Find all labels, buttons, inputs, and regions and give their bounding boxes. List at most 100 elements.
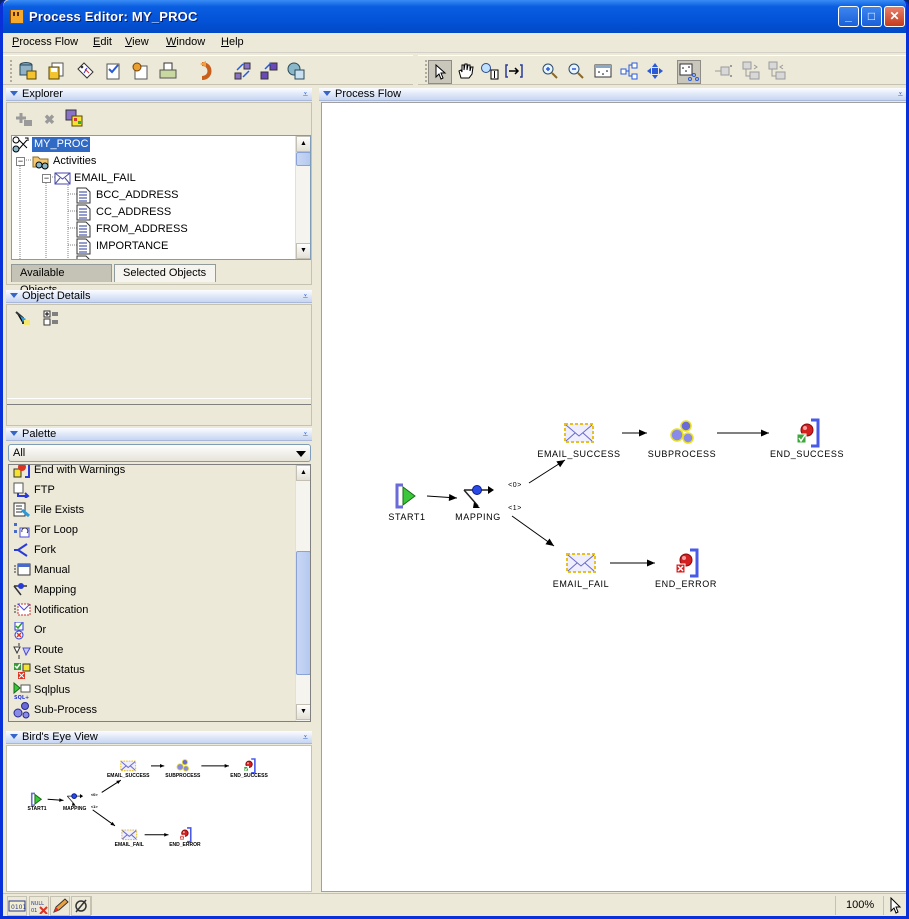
palette-item-ftp[interactable]: FTP bbox=[13, 480, 55, 500]
tag-icon[interactable] bbox=[75, 61, 95, 81]
filter-icon[interactable] bbox=[14, 310, 32, 329]
node-label-start1[interactable]: START1 bbox=[28, 806, 47, 812]
auto-layout-icon[interactable] bbox=[233, 61, 253, 81]
scroll-down-button[interactable]: ▼ bbox=[296, 243, 310, 259]
expand-child-icon[interactable] bbox=[741, 61, 761, 81]
delete-icon[interactable]: ✖ bbox=[44, 112, 55, 128]
node-end_error-icon[interactable] bbox=[675, 548, 699, 578]
collapse-toggle[interactable]: − bbox=[16, 157, 25, 166]
fit-to-window-icon[interactable] bbox=[504, 61, 524, 81]
save-all-icon[interactable] bbox=[46, 61, 66, 81]
collapse-triangle-icon[interactable] bbox=[10, 734, 18, 739]
palette-item-sqlplus[interactable]: SQL+ Sqlplus bbox=[13, 680, 70, 701]
pin-icon[interactable]: ⩡ bbox=[303, 731, 308, 744]
grid-icon[interactable] bbox=[593, 61, 613, 81]
tab-available-objects[interactable]: Available Objects bbox=[11, 264, 112, 296]
node-mapping-icon[interactable] bbox=[66, 793, 84, 806]
birds-eye-view[interactable]: <0> <1> START1 MAPPING EMAIL_SUCCESS SUBPROCE… bbox=[6, 745, 312, 892]
title-bar[interactable]: Process Editor: MY_PROC _ □ ✕ bbox=[3, 0, 906, 33]
birds-eye-header[interactable]: Bird's Eye View ⩡ bbox=[6, 731, 312, 744]
print-icon[interactable] bbox=[158, 61, 178, 81]
pin-icon[interactable]: ⩡ bbox=[303, 88, 308, 101]
palette-item-for-loop[interactable]: For Loop bbox=[13, 520, 78, 540]
scroll-up-button[interactable]: ▲ bbox=[296, 136, 310, 152]
scroll-thumb[interactable] bbox=[296, 551, 310, 675]
menu-view[interactable]: View bbox=[125, 36, 149, 48]
node-label-end_success[interactable]: END_SUCCESS bbox=[230, 773, 268, 779]
collapse-triangle-icon[interactable] bbox=[10, 431, 18, 436]
node-label-email_success[interactable]: EMAIL_SUCCESS bbox=[107, 773, 150, 779]
node-end_error-icon[interactable] bbox=[179, 827, 192, 843]
node-start1-icon[interactable] bbox=[30, 792, 43, 806]
pin-icon[interactable]: ⩡ bbox=[303, 428, 308, 441]
zoom-region-icon[interactable] bbox=[480, 61, 500, 81]
scroll-thumb[interactable] bbox=[296, 152, 310, 166]
node-label-end_error[interactable]: END_ERROR bbox=[655, 579, 717, 589]
palette-item-sub-process[interactable]: Sub-Process bbox=[13, 700, 97, 720]
zoom-in-icon[interactable] bbox=[540, 61, 560, 81]
add-icon[interactable] bbox=[15, 111, 33, 130]
deploy-icon[interactable] bbox=[286, 61, 306, 81]
node-email_fail-icon[interactable] bbox=[121, 829, 138, 841]
toolbar-grip[interactable] bbox=[10, 60, 13, 82]
collapse-triangle-icon[interactable] bbox=[10, 91, 18, 96]
select-pointer-icon[interactable] bbox=[428, 60, 452, 84]
collapse-triangle-icon[interactable] bbox=[10, 293, 18, 298]
fit-icon[interactable] bbox=[259, 61, 279, 81]
process-flow-header[interactable]: Process Flow ⩡ bbox=[319, 88, 906, 101]
node-label-email_fail[interactable]: EMAIL_FAIL bbox=[553, 579, 610, 589]
node-subprocess-icon[interactable] bbox=[176, 759, 190, 772]
node-end_success-icon[interactable] bbox=[243, 758, 256, 774]
node-email_success-icon[interactable] bbox=[120, 760, 137, 772]
palette-item-route[interactable]: Route bbox=[13, 640, 63, 660]
pin-icon[interactable]: ⩡ bbox=[303, 290, 308, 303]
validate-icon[interactable] bbox=[103, 61, 123, 81]
palette-item-manual[interactable]: Manual bbox=[13, 560, 70, 580]
node-label-mapping[interactable]: MAPPING bbox=[63, 806, 86, 812]
collapse-icon[interactable] bbox=[714, 61, 734, 81]
palette-filter-select[interactable]: All bbox=[8, 444, 311, 462]
clear-binary-icon[interactable]: NULL 01 bbox=[29, 896, 49, 916]
node-label-start1[interactable]: START1 bbox=[388, 512, 425, 522]
palette-item-notification[interactable]: Notification bbox=[13, 600, 88, 620]
node-label-email_fail[interactable]: EMAIL_FAIL bbox=[115, 842, 144, 848]
node-label-email_success[interactable]: EMAIL_SUCCESS bbox=[537, 449, 620, 459]
splitter[interactable] bbox=[313, 88, 319, 892]
edit-pencil-icon[interactable] bbox=[50, 896, 70, 916]
close-button[interactable]: ✕ bbox=[884, 6, 905, 27]
node-label-subprocess[interactable]: SUBPROCESS bbox=[165, 773, 200, 779]
binary-icon[interactable]: 0101 bbox=[7, 896, 27, 916]
generate-icon[interactable] bbox=[130, 61, 150, 81]
palette-item-end-with-warnings[interactable]: End with Warnings bbox=[13, 465, 125, 480]
undo-icon[interactable] bbox=[196, 61, 216, 81]
zoom-out-icon[interactable] bbox=[566, 61, 586, 81]
scroll-up-button[interactable]: ▲ bbox=[296, 465, 310, 481]
menu-edit[interactable]: Edit bbox=[93, 36, 112, 48]
node-email_success-icon[interactable] bbox=[564, 423, 594, 443]
pin-icon[interactable]: ⩡ bbox=[898, 88, 903, 101]
menu-window[interactable]: Window bbox=[166, 36, 205, 48]
node-start1-icon[interactable] bbox=[395, 483, 416, 509]
maximize-button[interactable]: □ bbox=[861, 6, 882, 27]
palette-item-set-status[interactable]: Set Status bbox=[13, 660, 85, 680]
node-label-mapping[interactable]: MAPPING bbox=[455, 512, 501, 522]
palette-scrollbar[interactable]: ▲ ▼ bbox=[295, 465, 310, 721]
pan-hand-icon[interactable] bbox=[455, 61, 475, 81]
menu-help[interactable]: Help bbox=[221, 36, 244, 48]
tree-layout-icon[interactable] bbox=[619, 61, 639, 81]
tab-selected-objects[interactable]: Selected Objects bbox=[114, 264, 216, 282]
explorer-scrollbar[interactable]: ▲ ▼ bbox=[295, 136, 310, 259]
minimize-button[interactable]: _ bbox=[838, 6, 859, 27]
object-details-header[interactable]: Object Details ⩡ bbox=[6, 290, 312, 303]
null-icon[interactable] bbox=[71, 896, 91, 916]
process-flow-canvas[interactable]: <0> <1> START1 MAPPING EMAIL_SUCCESS SUBPROCE… bbox=[321, 102, 906, 892]
palette-item-file-exists[interactable]: File Exists bbox=[13, 500, 84, 520]
palette-item-mapping[interactable]: Mapping bbox=[13, 580, 76, 600]
spread-icon[interactable] bbox=[645, 61, 665, 81]
palette-item-fork[interactable]: Fork bbox=[13, 540, 56, 560]
palette-header[interactable]: Palette ⩡ bbox=[6, 428, 312, 441]
palette-item-or[interactable]: Or bbox=[13, 620, 46, 640]
node-label-subprocess[interactable]: SUBPROCESS bbox=[648, 449, 717, 459]
scroll-down-button[interactable]: ▼ bbox=[296, 704, 310, 720]
node-email_fail-icon[interactable] bbox=[566, 553, 596, 573]
